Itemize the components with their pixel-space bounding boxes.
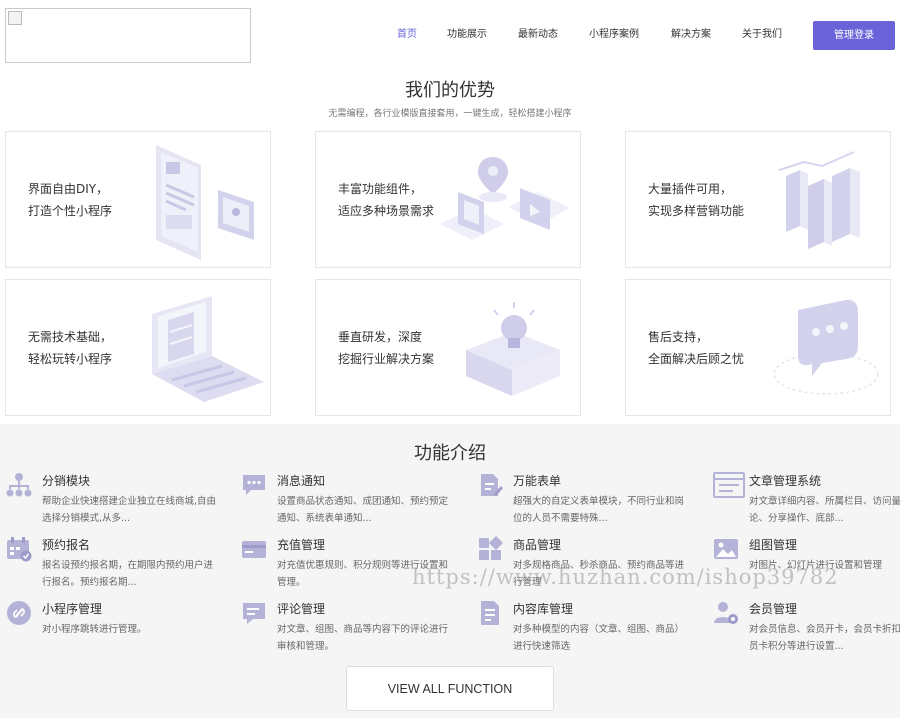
phone-ui-illustration [156, 145, 254, 260]
bar-chart-illustration [778, 151, 860, 249]
advantages-title: 我们的优势 [405, 80, 495, 101]
feature-title: 预约报名 [42, 538, 91, 552]
nav-item-features[interactable]: 功能展示 [447, 21, 487, 49]
feature-title: 消息通知 [277, 474, 326, 488]
laptop-illustration [152, 296, 264, 402]
advantages-subtitle: 无需编程，各行业模版直接套用，一键生成，轻松搭建小程序 [328, 109, 572, 119]
feature-item[interactable]: 万能表单 超强大的自定义表单模块，不同行业和岗位的人员不需要特殊... [477, 472, 687, 532]
feature-item[interactable]: 会员管理 对会员信息、会员开卡，会员卡折扣，会员卡积分等进行设置... [713, 600, 900, 660]
card-line-2: 全面解决后顾之忧 [648, 352, 745, 366]
feature-desc: 对小程序跳转进行管理。 [42, 624, 147, 635]
advantage-card: 大量插件可用， 实现多样营销功能 [625, 131, 891, 268]
card-line-1: 界面自由DIY， [28, 182, 109, 196]
image-icon [714, 539, 738, 559]
feature-item[interactable]: 评论管理 对文章、组图、商品等内容下的评论进行审核和管理。 [241, 600, 451, 660]
feature-desc: 对文章详细内容、所属栏目、访问量、评论、分享操作、底部... [749, 496, 900, 524]
feature-title: 文章管理系统 [749, 474, 822, 488]
feature-item[interactable]: 消息通知 设置商品状态通知、成团通知、预约预定通知、系统表单通知... [241, 472, 451, 532]
feature-item[interactable]: 分销模块 帮助企业快速搭建企业独立在线商城,自由选择分销模式,从多... [6, 472, 216, 532]
site-logo[interactable] [5, 8, 251, 63]
form-icon [481, 474, 503, 496]
feature-item[interactable]: 小程序管理 对小程序跳转进行管理。 [6, 600, 216, 660]
feature-desc: 对多种模型的内容（文章、组图、商品）进行快速筛选 [513, 624, 685, 652]
member-gear-icon [714, 602, 738, 624]
document-icon [481, 601, 499, 625]
feature-desc: 帮助企业快速搭建企业独立在线商城,自由选择分销模式,从多... [42, 496, 217, 524]
calendar-icon [7, 537, 32, 562]
feature-title: 商品管理 [513, 538, 562, 552]
watermark: https://www.huzhan.com/ishop39782 [412, 565, 839, 589]
link-icon [7, 601, 31, 625]
card-line-2: 轻松玩转小程序 [28, 352, 113, 366]
feature-title: 评论管理 [277, 602, 326, 616]
feature-title: 组图管理 [749, 538, 798, 552]
feature-item[interactable]: 内容库管理 对多种模型的内容（文章、组图、商品）进行快速筛选 [477, 600, 687, 660]
feature-title: 会员管理 [749, 602, 798, 616]
nav-item-news[interactable]: 最新动态 [518, 21, 558, 49]
card-line-1: 无需技术基础， [28, 330, 113, 344]
advantage-card: 垂直研发，深度 挖掘行业解决方案 [315, 279, 581, 416]
card-line-1: 丰富功能组件， [338, 182, 423, 196]
card-icon [242, 541, 266, 558]
nav-item-cases[interactable]: 小程序案例 [589, 21, 639, 49]
card-line-2: 打造个性小程序 [28, 204, 113, 218]
nav-item-about[interactable]: 关于我们 [742, 21, 782, 49]
grid-icon [479, 536, 503, 560]
feature-title: 充值管理 [277, 538, 326, 552]
broken-image-icon [8, 11, 22, 25]
components-illustration [440, 157, 570, 240]
feature-desc: 设置商品状态通知、成团通知、预约预定通知、系统表单通知... [277, 496, 449, 524]
article-icon [713, 472, 745, 498]
feature-title: 分销模块 [42, 474, 91, 488]
advantage-card: 无需技术基础， 轻松玩转小程序 [5, 279, 271, 416]
card-line-2: 适应多种场景需求 [338, 204, 435, 218]
message-icon [243, 475, 265, 495]
feature-desc: 对文章、组图、商品等内容下的评论进行审核和管理。 [277, 624, 449, 652]
advantage-card: 界面自由DIY， 打造个性小程序 [5, 131, 271, 268]
view-all-function-button[interactable]: VIEW ALL FUNCTION [346, 666, 554, 711]
comment-icon [243, 603, 265, 624]
card-line-1: 售后支持， [648, 330, 709, 344]
card-line-1: 垂直研发，深度 [338, 330, 423, 344]
feature-desc: 超强大的自定义表单模块，不同行业和岗位的人员不需要特殊... [513, 496, 685, 524]
card-line-1: 大量插件可用， [648, 182, 733, 196]
features-title: 功能介绍 [414, 443, 486, 464]
advantage-card: 售后支持， 全面解决后顾之忧 [625, 279, 891, 416]
feature-desc: 报名设预约报名期，在期限内预约用户进行报名。预约报名期... [42, 560, 214, 588]
feature-desc: 对会员信息、会员开卡，会员卡折扣，会员卡积分等进行设置... [749, 624, 900, 652]
feature-item[interactable]: 文章管理系统 对文章详细内容、所属栏目、访问量、评论、分享操作、底部... [713, 472, 900, 532]
card-line-2: 挖掘行业解决方案 [338, 352, 435, 366]
distribution-icon [6, 473, 32, 497]
advantage-card: 丰富功能组件， 适应多种场景需求 [315, 131, 581, 268]
admin-login-button[interactable]: 管理登录 [813, 21, 895, 50]
card-line-2: 实现多样营销功能 [648, 204, 745, 218]
lightbulb-illustration [466, 302, 560, 396]
nav-item-solutions[interactable]: 解决方案 [671, 21, 711, 49]
feature-title: 小程序管理 [42, 602, 103, 616]
feature-item[interactable]: 预约报名 报名设预约报名期，在期限内预约用户进行报名。预约报名期... [6, 536, 216, 596]
feature-title: 内容库管理 [513, 602, 574, 616]
feature-title: 万能表单 [513, 474, 562, 488]
chat-bubble-illustration [773, 299, 879, 395]
nav-item-home[interactable]: 首页 [397, 21, 417, 49]
